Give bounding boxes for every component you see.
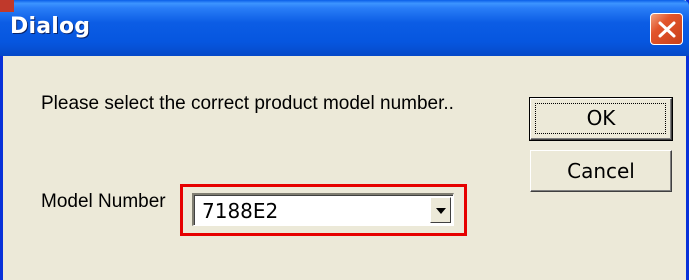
close-icon	[658, 21, 676, 38]
dialog-window: Dialog Please select the correct product…	[0, 0, 689, 280]
window-title: Dialog	[10, 14, 91, 39]
titlebar-corner-accent	[0, 0, 14, 12]
highlight-box	[180, 184, 467, 236]
cancel-button-label: Cancel	[567, 159, 635, 183]
focus-rectangle	[535, 103, 666, 134]
close-button[interactable]	[650, 13, 683, 45]
instruction-text: Please select the correct product model …	[41, 93, 454, 114]
cancel-button[interactable]: Cancel	[530, 150, 672, 192]
title-bar[interactable]: Dialog	[0, 0, 689, 56]
model-number-label: Model Number	[41, 191, 166, 212]
ok-button[interactable]: OK	[529, 97, 673, 141]
